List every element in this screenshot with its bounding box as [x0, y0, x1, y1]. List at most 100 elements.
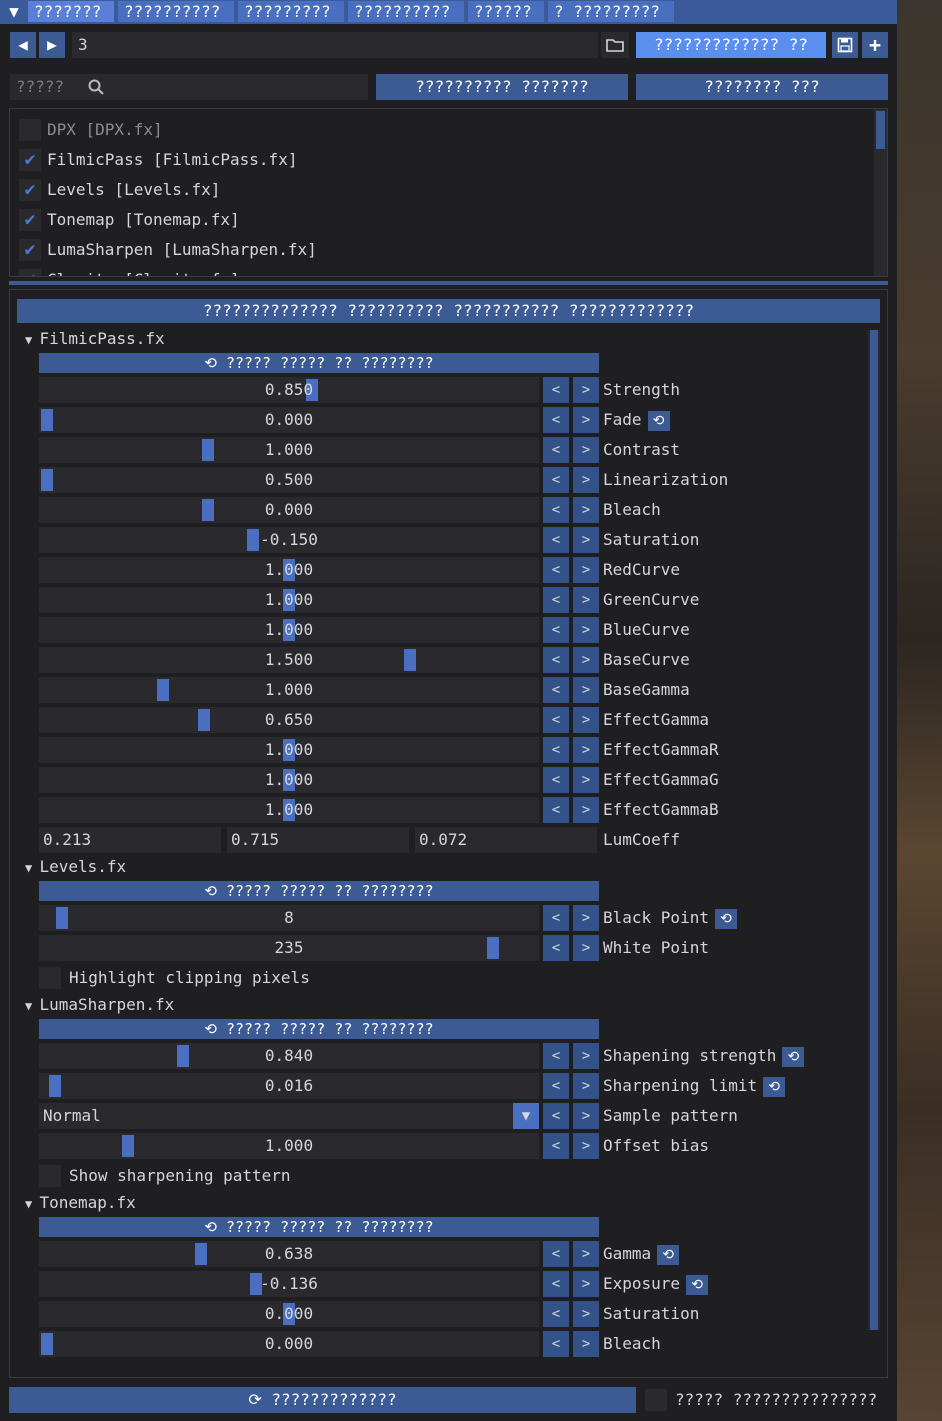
effect-list-item[interactable]: LumaSharpen [LumaSharpen.fx] — [47, 238, 317, 262]
increment-button[interactable]: > — [573, 677, 599, 703]
decrement-button[interactable]: < — [543, 737, 569, 763]
tab-settings[interactable]: ????????? — [238, 1, 344, 22]
parameter-slider[interactable]: 1.000 — [39, 737, 539, 763]
effect-checkbox[interactable]: ✔ — [19, 209, 41, 231]
increment-button[interactable]: > — [573, 467, 599, 493]
parameter-slider[interactable]: 1.000 — [39, 1133, 539, 1159]
parameter-slider[interactable]: 0.000 — [39, 1301, 539, 1327]
effect-checkbox[interactable]: ✔ — [19, 269, 41, 276]
decrement-button[interactable]: < — [543, 497, 569, 523]
reset-icon[interactable]: ⟲ — [647, 410, 670, 431]
increment-button[interactable]: > — [573, 935, 599, 961]
decrement-button[interactable]: < — [543, 647, 569, 673]
search-input[interactable]: ????? — [10, 74, 368, 100]
parameter-slider[interactable]: 1.000 — [39, 587, 539, 613]
splitter[interactable] — [9, 281, 888, 285]
tab-home[interactable]: ??????? — [28, 1, 114, 22]
effect-list-item[interactable]: Levels [Levels.fx] — [47, 178, 220, 202]
reset-to-default-button[interactable]: ⟲ ????? ????? ?? ???????? — [39, 1217, 599, 1237]
decrement-button[interactable]: < — [543, 617, 569, 643]
collapse-icon[interactable]: ▼ — [1, 1, 27, 22]
option-checkbox[interactable] — [39, 1165, 61, 1187]
increment-button[interactable]: > — [573, 647, 599, 673]
decrement-button[interactable]: < — [543, 587, 569, 613]
decrement-button[interactable]: < — [543, 1103, 569, 1129]
tab-statistics[interactable]: ?????????? — [348, 1, 464, 22]
decrement-button[interactable]: < — [543, 1073, 569, 1099]
increment-button[interactable]: > — [573, 1073, 599, 1099]
increment-button[interactable]: > — [573, 797, 599, 823]
reset-icon[interactable]: ⟲ — [782, 1046, 805, 1067]
reset-icon[interactable]: ⟲ — [657, 1244, 680, 1265]
parameter-slider[interactable]: 1.000 — [39, 677, 539, 703]
decrement-button[interactable]: < — [543, 557, 569, 583]
increment-button[interactable]: > — [573, 497, 599, 523]
next-preset-button[interactable]: ▶ — [39, 32, 65, 58]
decrement-button[interactable]: < — [543, 1133, 569, 1159]
parameter-slider[interactable]: 0.000 — [39, 497, 539, 523]
increment-button[interactable]: > — [573, 1271, 599, 1297]
increment-button[interactable]: > — [573, 437, 599, 463]
increment-button[interactable]: > — [573, 1103, 599, 1129]
increment-button[interactable]: > — [573, 1241, 599, 1267]
decrement-button[interactable]: < — [543, 1301, 569, 1327]
increment-button[interactable]: > — [573, 1043, 599, 1069]
prev-preset-button[interactable]: ◀ — [10, 32, 36, 58]
effect-checkbox[interactable]: ✔ — [19, 239, 41, 261]
lumcoeff-input[interactable]: 0.213 — [39, 827, 221, 853]
parameter-slider[interactable]: 235 — [39, 935, 539, 961]
folder-icon[interactable] — [601, 32, 629, 58]
increment-button[interactable]: > — [573, 707, 599, 733]
reset-to-default-button[interactable]: ⟲ ????? ????? ?? ???????? — [39, 881, 599, 901]
reset-icon[interactable]: ⟲ — [763, 1076, 786, 1097]
technique-header[interactable]: ▼ Levels.fx — [25, 855, 126, 879]
tab-add-ons[interactable]: ?????????? — [118, 1, 234, 22]
parameter-slider[interactable]: 0.650 — [39, 707, 539, 733]
technique-header[interactable]: ▼ FilmicPass.fx — [25, 327, 165, 351]
decrement-button[interactable]: < — [543, 1271, 569, 1297]
parameter-slider[interactable]: 0.000 — [39, 1331, 539, 1357]
decrement-button[interactable]: < — [543, 707, 569, 733]
decrement-button[interactable]: < — [543, 1331, 569, 1357]
parameter-slider[interactable]: 0.840 — [39, 1043, 539, 1069]
reset-to-default-button[interactable]: ⟲ ????? ????? ?? ???????? — [39, 1019, 599, 1039]
increment-button[interactable]: > — [573, 617, 599, 643]
parameter-slider[interactable]: 0.638 — [39, 1241, 539, 1267]
lumcoeff-input[interactable]: 0.715 — [227, 827, 409, 853]
effect-list-item[interactable]: Tonemap [Tonemap.fx] — [47, 208, 240, 232]
parameter-slider[interactable]: 1.000 — [39, 797, 539, 823]
parameter-slider[interactable]: 1.000 — [39, 437, 539, 463]
parameter-slider[interactable]: 1.500 — [39, 647, 539, 673]
increment-button[interactable]: > — [573, 1331, 599, 1357]
effect-list-scrollbar[interactable] — [874, 109, 887, 276]
increment-button[interactable]: > — [573, 407, 599, 433]
increment-button[interactable]: > — [573, 737, 599, 763]
increment-button[interactable]: > — [573, 905, 599, 931]
increment-button[interactable]: > — [573, 557, 599, 583]
decrement-button[interactable]: < — [543, 797, 569, 823]
parameter-slider[interactable]: 1.000 — [39, 557, 539, 583]
effect-list-item[interactable]: Clarity [Clarity.fx] — [47, 268, 240, 276]
decrement-button[interactable]: < — [543, 467, 569, 493]
effect-list-item[interactable]: DPX [DPX.fx] — [47, 118, 163, 142]
decrement-button[interactable]: < — [543, 437, 569, 463]
parameter-slider[interactable]: 1.000 — [39, 617, 539, 643]
parameter-slider[interactable]: 0.500 — [39, 467, 539, 493]
effect-checkbox[interactable]: ✔ — [19, 149, 41, 171]
parameter-slider[interactable]: 1.000 — [39, 767, 539, 793]
performance-mode-checkbox[interactable] — [645, 1389, 667, 1411]
effect-checkbox[interactable] — [19, 119, 41, 141]
increment-button[interactable]: > — [573, 377, 599, 403]
effect-checkbox[interactable]: ✔ — [19, 179, 41, 201]
sample-pattern-combo[interactable]: Normal — [39, 1103, 539, 1129]
clear-all-button[interactable]: ???????? ??? — [636, 74, 888, 100]
increment-button[interactable]: > — [573, 527, 599, 553]
tab-log[interactable]: ?????? — [468, 1, 544, 22]
reload-button[interactable]: ⟳ ????????????? — [9, 1387, 636, 1413]
parameter-slider[interactable]: 0.016 — [39, 1073, 539, 1099]
chevron-down-icon[interactable]: ▼ — [513, 1103, 539, 1129]
reset-icon[interactable]: ⟲ — [714, 908, 737, 929]
tab-about[interactable]: ? ????????? — [548, 1, 674, 22]
parameter-slider[interactable]: 0.850 — [39, 377, 539, 403]
decrement-button[interactable]: < — [543, 377, 569, 403]
